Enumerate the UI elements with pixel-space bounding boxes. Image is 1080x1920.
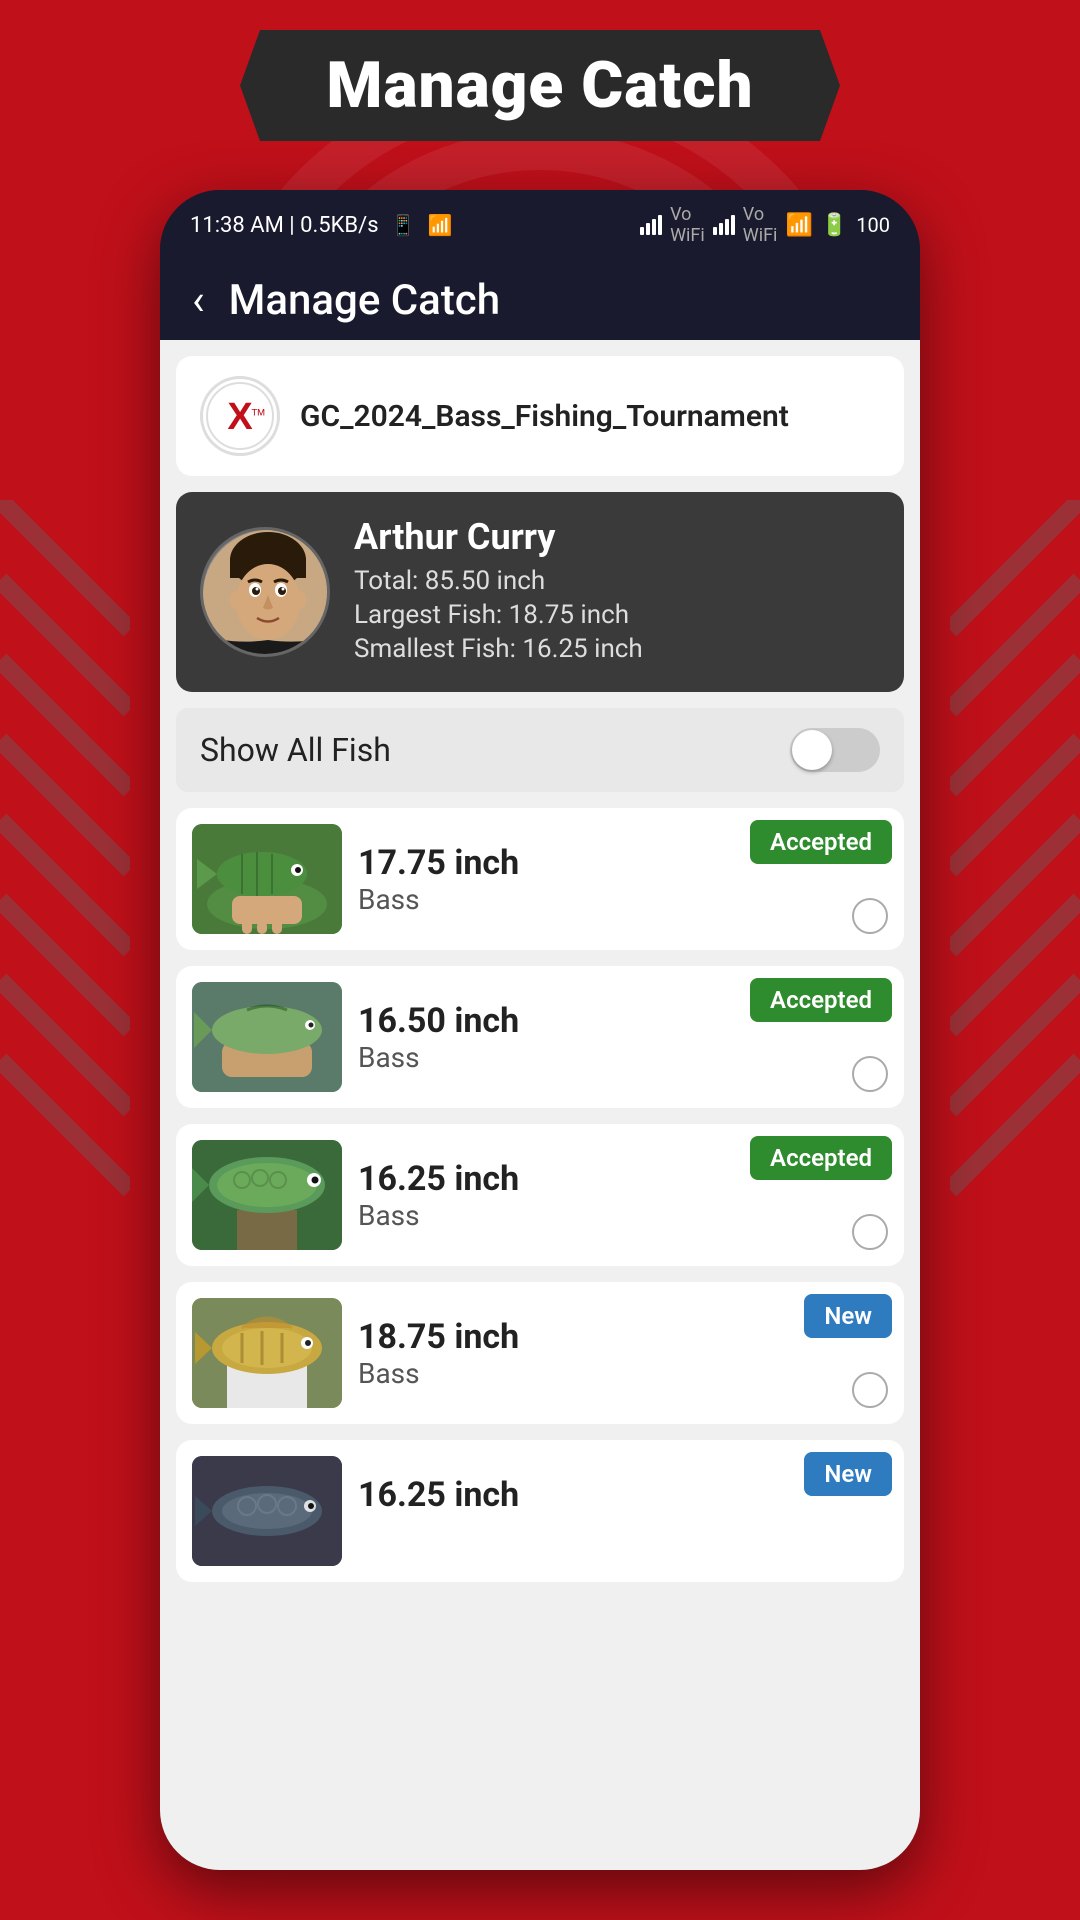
angler-largest: Largest Fish: 18.75 inch [354,600,643,630]
catch-card-4: 18.75 inch Bass New [176,1282,904,1424]
back-button[interactable]: ‹ [184,268,213,333]
fish-photo-1-icon [192,824,342,934]
signal-icon: 📶 [427,213,452,237]
tournament-card: X ᵀᴹ GC_2024_Bass_Fishing_Tournament [176,356,904,476]
signal-bars-2 [713,215,735,235]
right-stripes [950,500,1080,1200]
angler-info: Arthur Curry Total: 85.50 inch Largest F… [354,516,643,668]
toggle-knob [792,730,832,770]
time-display: 11:38 AM | 0.5KB/s [190,213,379,238]
battery-icon: 🔋 [821,213,848,238]
show-all-fish-label: Show All Fish [200,731,391,769]
angler-avatar [200,527,330,657]
select-radio-2[interactable] [852,1056,888,1092]
nav-bar: ‹ Manage Catch [160,260,920,340]
status-left: 11:38 AM | 0.5KB/s 📱 📶 [190,213,452,238]
banner: Manage Catch [240,30,840,141]
status-bar: 11:38 AM | 0.5KB/s 📱 📶 VoWiFi VoWiFi [160,190,920,260]
fish-photo-5-icon [192,1456,342,1566]
catch-card-2: 16.50 inch Bass Accepted [176,966,904,1108]
catch-card-5: 16.25 inch Bass New [176,1440,904,1582]
fish-image-2 [192,982,342,1092]
whatsapp-icon: 📱 [391,213,416,237]
banner-title: Manage Catch [326,48,753,123]
status-badge-3: Accepted [750,1136,892,1180]
fish-type-4: Bass [358,1357,888,1390]
fish-type-5: Bass [358,1515,888,1548]
catch-card-3: 16.25 inch Bass Accepted [176,1124,904,1266]
vo-wifi-label-2: VoWiFi [743,204,778,246]
select-radio-3[interactable] [852,1214,888,1250]
fish-photo-2-icon [192,982,342,1092]
left-stripes [0,500,130,1200]
fish-image-5 [192,1456,342,1566]
fish-photo-3-icon [192,1140,342,1250]
x-logo-icon: X ᵀᴹ [205,381,275,451]
fish-type-1: Bass [358,883,888,916]
vo-wifi-label-1: VoWiFi [670,204,705,246]
status-badge-1: Accepted [750,820,892,864]
fish-image-4 [192,1298,342,1408]
angler-smallest: Smallest Fish: 16.25 inch [354,634,643,664]
signal-bars-1 [640,215,662,235]
wifi-icon: 📶 [785,213,812,238]
fish-type-2: Bass [358,1041,888,1074]
angler-face-icon [203,530,330,657]
tournament-name: GC_2024_Bass_Fishing_Tournament [300,399,789,434]
fish-image-3 [192,1140,342,1250]
battery-level: 100 [856,213,890,237]
page-title: Manage Catch [229,276,500,325]
angler-name: Arthur Curry [354,516,643,558]
catch-card-1: 17.75 inch Bass Accepted [176,808,904,950]
show-all-fish-row: Show All Fish [176,708,904,792]
show-all-fish-toggle[interactable] [790,728,880,772]
status-right: VoWiFi VoWiFi 📶 🔋 100 [640,204,890,246]
select-radio-1[interactable] [852,898,888,934]
phone-frame: 11:38 AM | 0.5KB/s 📱 📶 VoWiFi VoWiFi [160,190,920,1870]
fish-type-3: Bass [358,1199,888,1232]
content-area: X ᵀᴹ GC_2024_Bass_Fishing_Tournament [160,340,920,1870]
status-badge-4: New [804,1294,892,1338]
fish-image-1 [192,824,342,934]
tournament-logo: X ᵀᴹ [200,376,280,456]
select-radio-4[interactable] [852,1372,888,1408]
svg-text:X: X [227,396,253,438]
angler-total: Total: 85.50 inch [354,566,643,596]
angler-card: Arthur Curry Total: 85.50 inch Largest F… [176,492,904,692]
status-badge-5: New [804,1452,892,1496]
svg-text:ᵀᴹ: ᵀᴹ [251,406,264,422]
status-badge-2: Accepted [750,978,892,1022]
fish-photo-4-icon [192,1298,342,1408]
